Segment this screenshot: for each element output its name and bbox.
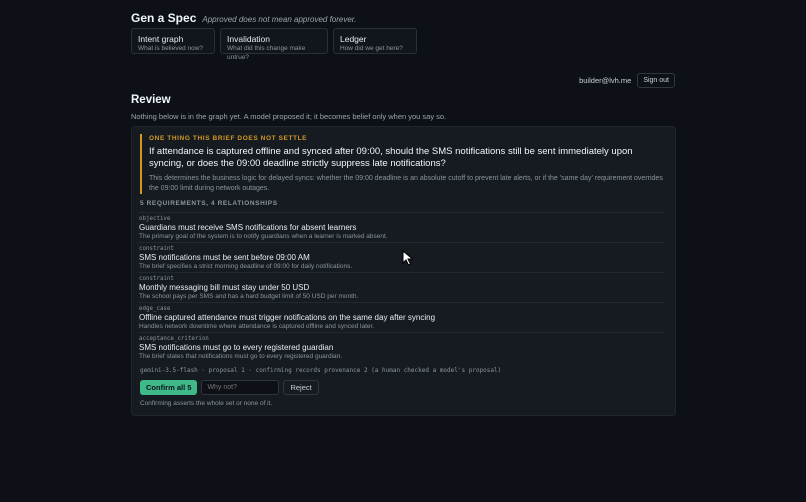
nav-subtitle: How did we get here?: [340, 45, 403, 52]
action-bar: Confirm all 5 Reject: [140, 380, 319, 395]
nav-title: Invalidation: [227, 34, 271, 44]
requirement-desc: Handles network downtime where attendanc…: [139, 323, 375, 330]
user-bar: builder@lvh.me Sign out: [579, 73, 675, 88]
nav-title: Intent graph: [138, 34, 184, 44]
requirement-kind: edge_case: [139, 306, 171, 312]
requirement-title: Guardians must receive SMS notifications…: [139, 223, 357, 232]
provenance-line: gemini-3.5-flash · proposal 1 · confirmi…: [140, 367, 502, 374]
list-item: acceptance_criterion SMS notifications m…: [139, 332, 665, 362]
requirements-count: 5 REQUIREMENTS, 4 RELATIONSHIPS: [140, 200, 278, 207]
requirement-title: SMS notifications must go to every regis…: [139, 343, 334, 352]
unsettled-question: If attendance is captured offline and sy…: [149, 146, 633, 169]
unsettled-note: This determines the business logic for d…: [149, 175, 663, 192]
page-subtitle: Nothing below is in the graph yet. A mod…: [131, 112, 447, 121]
nav-title: Ledger: [340, 34, 367, 44]
list-item: constraint Monthly messaging bill must s…: [139, 272, 665, 302]
requirement-kind: constraint: [139, 276, 174, 282]
confirm-all-button[interactable]: Confirm all 5: [140, 380, 198, 395]
nav-intent-graph[interactable]: Intent graph What is believed now?: [131, 28, 215, 54]
nav-subtitle: What is believed now?: [138, 45, 204, 52]
mouse-cursor-icon: [402, 250, 414, 266]
app-header: Gen a Spec Approved does not mean approv…: [131, 11, 356, 25]
sign-out-button[interactable]: Sign out: [637, 73, 675, 88]
page-title: Review: [131, 94, 171, 106]
list-item: objective Guardians must receive SMS not…: [139, 212, 665, 242]
requirement-desc: The school pays per SMS and has a hard b…: [139, 293, 359, 300]
requirement-desc: The brief states that notifications must…: [139, 353, 343, 360]
unsettled-question-block: ONE THING THIS BRIEF DOES NOT SETTLE If …: [140, 134, 665, 194]
confirm-footnote: Confirming asserts the whole set or none…: [140, 400, 273, 407]
nav-ledger[interactable]: Ledger How did we get here?: [333, 28, 417, 54]
list-item: edge_case Offline captured attendance mu…: [139, 302, 665, 332]
requirement-desc: The primary goal of the system is to not…: [139, 233, 388, 240]
unsettled-label: ONE THING THIS BRIEF DOES NOT SETTLE: [149, 135, 308, 142]
why-not-input[interactable]: [201, 380, 280, 395]
app-title[interactable]: Gen a Spec: [131, 11, 196, 25]
nav-subtitle: What did this change make untrue?: [227, 45, 306, 61]
requirement-title: Monthly messaging bill must stay under 5…: [139, 283, 310, 292]
reject-button[interactable]: Reject: [283, 380, 319, 395]
requirement-kind: acceptance_criterion: [139, 336, 209, 342]
user-email: builder@lvh.me: [579, 76, 632, 85]
app-tagline: Approved does not mean approved forever.: [202, 15, 357, 24]
requirement-title: Offline captured attendance must trigger…: [139, 313, 436, 322]
nav-cards: Intent graph What is believed now? Inval…: [131, 28, 417, 61]
requirement-kind: objective: [139, 216, 171, 222]
requirements-list: objective Guardians must receive SMS not…: [139, 212, 665, 362]
nav-invalidation[interactable]: Invalidation What did this change make u…: [220, 28, 328, 61]
